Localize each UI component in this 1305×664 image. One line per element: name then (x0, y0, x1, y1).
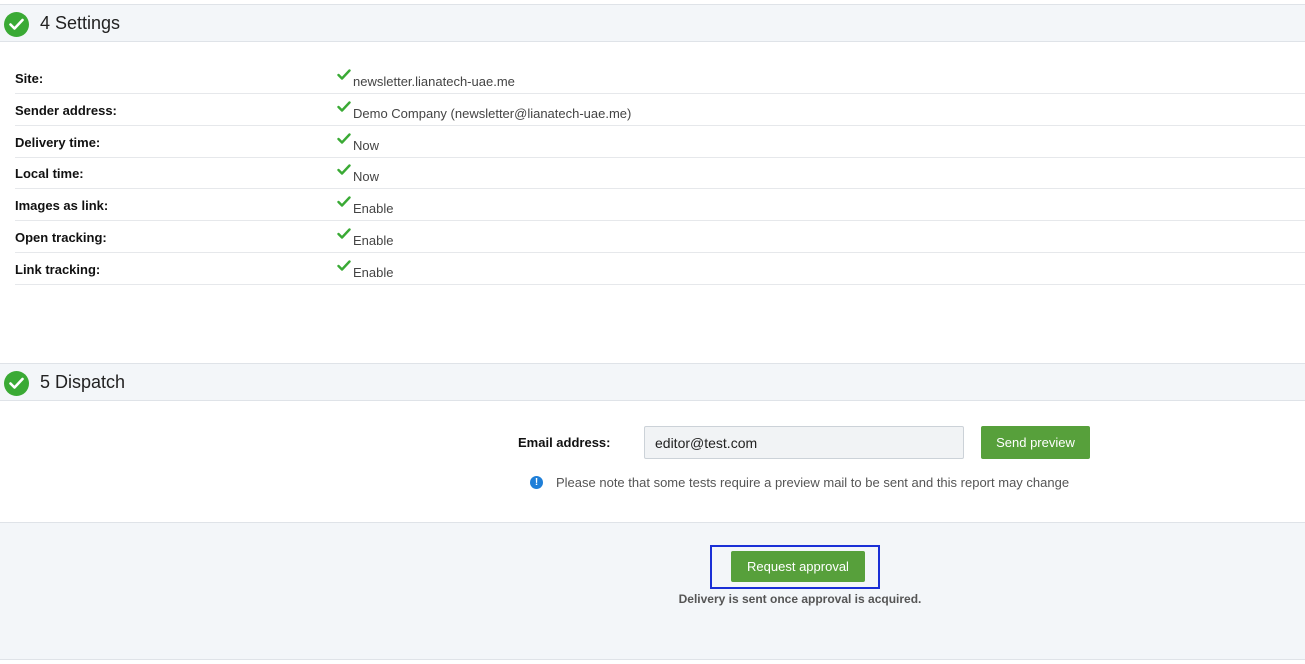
check-circle-icon (4, 12, 29, 37)
checkmark-icon (337, 164, 351, 175)
approval-area (0, 522, 1305, 660)
settings-row-label: Local time: (15, 166, 84, 181)
dispatch-section-header: 5 Dispatch (0, 363, 1305, 401)
checkmark-icon (337, 133, 351, 144)
checkmark-icon (337, 260, 351, 271)
preview-notice-text: Please note that some tests require a pr… (556, 475, 1070, 490)
settings-row-label: Images as link: (15, 198, 109, 213)
email-address-label: Email address: (518, 435, 611, 450)
checkmark-icon (337, 69, 351, 80)
settings-row-value: Enable (353, 201, 394, 216)
settings-section-title: 4 Settings (40, 13, 121, 33)
checkmark-icon (337, 228, 351, 239)
dispatch-section-title: 5 Dispatch (40, 372, 126, 392)
settings-row-images-as-link: Images as link: Enable (15, 189, 1305, 221)
settings-row-label: Sender address: (15, 103, 117, 118)
settings-row-value: newsletter.lianatech-uae.me (353, 74, 515, 89)
checkmark-icon (337, 101, 351, 112)
settings-row-sender-address: Sender address: Demo Company (newsletter… (15, 94, 1305, 126)
settings-row-label: Open tracking: (15, 230, 107, 245)
settings-row-value: Now (353, 138, 380, 153)
info-icon: ! (530, 476, 543, 489)
email-address-input[interactable] (644, 426, 964, 459)
settings-section-header: 4 Settings (0, 4, 1305, 42)
check-circle-icon (4, 371, 29, 396)
approval-note: Delivery is sent once approval is acquir… (678, 592, 922, 606)
request-approval-button[interactable]: Request approval (731, 551, 865, 582)
settings-row-value: Enable (353, 265, 394, 280)
settings-row-open-tracking: Open tracking: Enable (15, 221, 1305, 253)
settings-row-value: Demo Company (newsletter@lianatech-uae.m… (353, 106, 632, 121)
settings-row-delivery-time: Delivery time: Now (15, 126, 1305, 158)
settings-row-label: Link tracking: (15, 262, 101, 277)
settings-row-local-time: Local time: Now (15, 157, 1305, 189)
settings-row-value: Now (353, 169, 380, 184)
settings-row-label: Site: (15, 71, 44, 86)
send-preview-button[interactable]: Send preview (981, 426, 1090, 459)
checkmark-icon (337, 196, 351, 207)
settings-row-value: Enable (353, 233, 394, 248)
settings-row-label: Delivery time: (15, 135, 101, 150)
settings-row-link-tracking: Link tracking: Enable (15, 253, 1305, 285)
settings-row-site: Site: newsletter.lianatech-uae.me (15, 62, 1305, 94)
